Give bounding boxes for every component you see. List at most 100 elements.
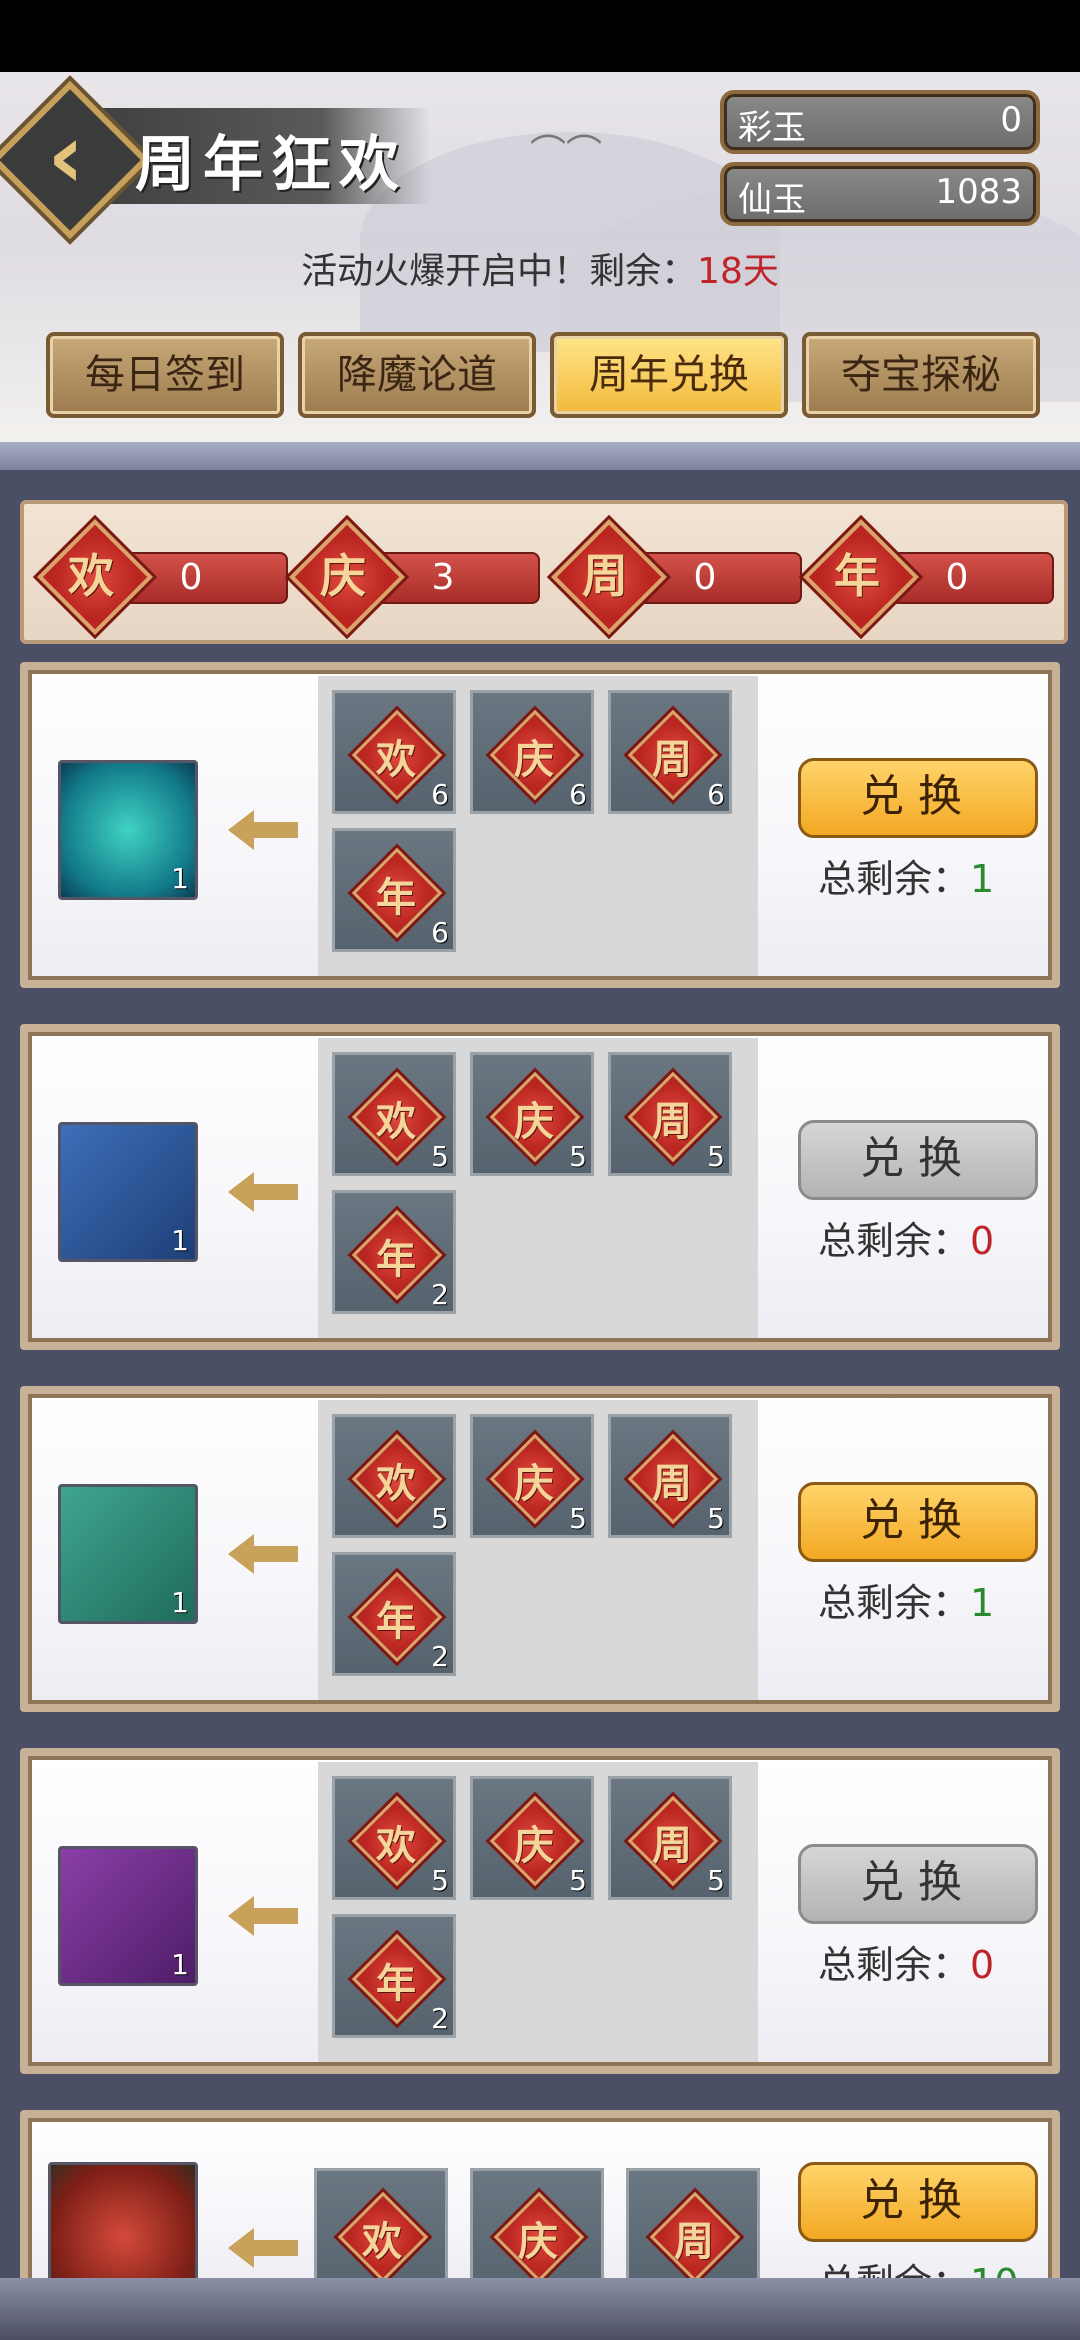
cost-char: 周 — [652, 1098, 692, 1145]
arrow-left-icon — [228, 1172, 298, 1212]
cost-panel: 欢6 庆6 周6 年6 — [318, 676, 758, 976]
remaining-value: 0 — [970, 1943, 995, 1987]
cost-char: 周 — [674, 2218, 714, 2265]
cost-char: 庆 — [514, 1460, 554, 1507]
remaining-label: 总剩余： — [818, 1219, 971, 1263]
cost-char: 庆 — [514, 1098, 554, 1145]
remaining-count: 总剩余：0 — [818, 1934, 994, 1989]
cost-char: 年 — [376, 1960, 416, 2007]
green-book-icon[interactable]: 1 — [58, 1484, 198, 1624]
cost-quantity: 2 — [431, 1278, 449, 1311]
token-qing: 3 庆 — [289, 519, 540, 635]
exchange-button[interactable]: 兑换 — [798, 1844, 1038, 1924]
cost-quantity: 6 — [431, 778, 449, 811]
cost-char: 年 — [376, 1598, 416, 1645]
exchange-card: 欢 庆 周 兑换 总剩余：10 — [20, 2110, 1060, 2300]
status-bar — [0, 0, 1080, 72]
cost-panel: 欢5 庆5 周5 年2 — [318, 1762, 758, 2062]
currency-value: 1083 — [935, 172, 1022, 212]
exchange-button[interactable]: 兑换 — [798, 1482, 1038, 1562]
cost-slot: 年2 — [332, 1552, 456, 1676]
exchange-button[interactable]: 兑换 — [798, 2162, 1038, 2242]
cost-slot: 欢5 — [332, 1052, 456, 1176]
cost-quantity: 6 — [569, 778, 587, 811]
remaining-label: 总剩余： — [818, 1943, 971, 1987]
cost-quantity: 5 — [569, 1864, 587, 1897]
cost-char: 庆 — [514, 1822, 554, 1869]
cost-char: 周 — [652, 736, 692, 783]
token-char: 周 — [582, 549, 628, 603]
cost-panel: 欢5 庆5 周5 年2 — [318, 1038, 758, 1338]
cost-char: 欢 — [376, 1098, 416, 1145]
jade-pouch-icon[interactable]: 1 — [58, 760, 198, 900]
page-title: 周年狂欢 — [135, 130, 407, 200]
cost-slot: 庆5 — [470, 1414, 594, 1538]
cost-slot: 欢5 — [332, 1776, 456, 1900]
birds-icon: ⌒⌒ — [530, 133, 603, 174]
token-huan: 0 欢 — [37, 519, 288, 635]
cost-char: 年 — [376, 1236, 416, 1283]
activity-days: 18天 — [697, 251, 779, 292]
cost-quantity: 5 — [431, 1864, 449, 1897]
cost-char: 欢 — [376, 736, 416, 783]
token-nian: 0 年 — [803, 519, 1054, 635]
back-button[interactable]: ‹ — [0, 80, 150, 240]
remaining-count: 总剩余：0 — [818, 1210, 994, 1265]
currency-value: 0 — [1000, 100, 1022, 140]
exchange-card: 1 欢5 庆5 周5 年2 兑换 总剩余：1 — [20, 1386, 1060, 1712]
tab-anniversary-exchange[interactable]: 周年兑换 — [550, 332, 788, 418]
currency-xianyu: 仙玉 1083 — [720, 162, 1040, 226]
exchange-button[interactable]: 兑换 — [798, 758, 1038, 838]
cost-slot: 周5 — [608, 1052, 732, 1176]
cost-slot: 欢5 — [332, 1414, 456, 1538]
cost-quantity: 6 — [431, 916, 449, 949]
remaining-value: 1 — [970, 1581, 995, 1625]
cost-quantity: 2 — [431, 1640, 449, 1673]
cost-slot: 周5 — [608, 1776, 732, 1900]
blue-book-icon[interactable]: 1 — [58, 1122, 198, 1262]
arrow-left-icon — [228, 1534, 298, 1574]
cost-slot: 庆6 — [470, 690, 594, 814]
tab-treasure-hunt[interactable]: 夺宝探秘 — [802, 332, 1040, 418]
reward-quantity: 1 — [171, 1586, 189, 1619]
remaining-label: 总剩余： — [818, 857, 971, 901]
exchange-button[interactable]: 兑换 — [798, 1120, 1038, 1200]
cost-char: 庆 — [514, 736, 554, 783]
remaining-value: 0 — [970, 1219, 995, 1263]
cost-quantity: 5 — [707, 1864, 725, 1897]
cost-char: 年 — [376, 874, 416, 921]
reward-quantity: 1 — [171, 1948, 189, 1981]
cost-slot: 年6 — [332, 828, 456, 952]
cost-slot: 庆5 — [470, 1776, 594, 1900]
cost-char: 欢 — [376, 1822, 416, 1869]
currency-label: 彩玉 — [738, 108, 806, 148]
currency-label: 仙玉 — [738, 180, 806, 220]
tab-daily-signin[interactable]: 每日签到 — [46, 332, 284, 418]
back-arrow-icon: ‹ — [47, 103, 85, 209]
cost-char: 庆 — [518, 2218, 558, 2265]
cost-quantity: 5 — [707, 1140, 725, 1173]
cost-quantity: 5 — [431, 1140, 449, 1173]
purple-book-icon[interactable]: 1 — [58, 1846, 198, 1986]
arrow-left-icon — [228, 2228, 298, 2268]
cost-quantity: 5 — [569, 1140, 587, 1173]
currency-caiyu: 彩玉 0 — [720, 90, 1040, 154]
cost-char: 欢 — [362, 2218, 402, 2265]
exchange-card: 1 欢6 庆6 周6 年6 兑换 总剩余：1 — [20, 662, 1060, 988]
divider-strip — [0, 442, 1080, 470]
cost-quantity: 2 — [431, 2002, 449, 2035]
token-zhou: 0 周 — [551, 519, 802, 635]
tab-demon-debate[interactable]: 降魔论道 — [298, 332, 536, 418]
token-counter-bar: 0 欢 3 庆 0 周 0 年 — [20, 500, 1068, 644]
cost-slot: 周6 — [608, 690, 732, 814]
remaining-count: 总剩余：1 — [818, 848, 994, 903]
cost-slot: 欢6 — [332, 690, 456, 814]
cost-quantity: 6 — [707, 778, 725, 811]
arrow-left-icon — [228, 810, 298, 850]
reward-quantity: 1 — [171, 1224, 189, 1257]
exchange-card: 1 欢5 庆5 周5 年2 兑换 总剩余：0 — [20, 1748, 1060, 2074]
activity-text: 活动火爆开启中！剩余： — [301, 251, 698, 292]
cost-char: 周 — [652, 1822, 692, 1869]
cost-slot: 年2 — [332, 1914, 456, 2038]
cost-char: 欢 — [376, 1460, 416, 1507]
